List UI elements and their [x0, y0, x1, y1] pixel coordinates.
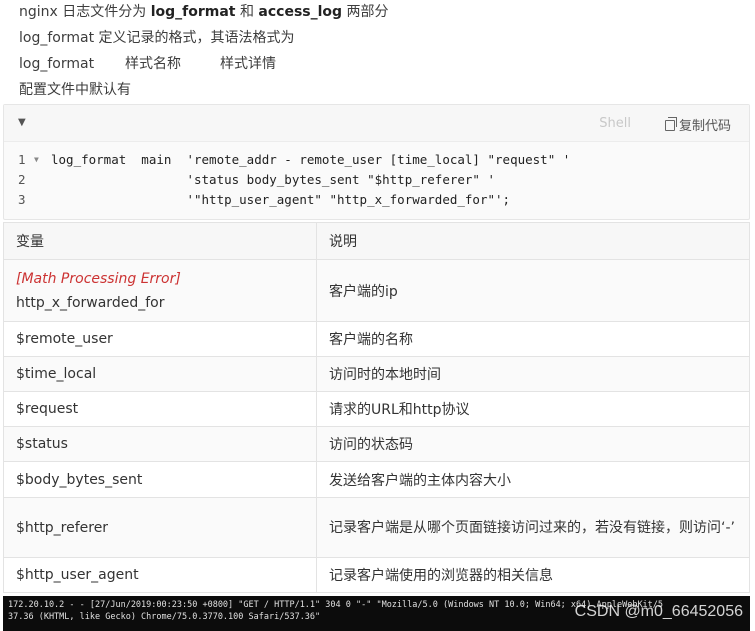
- variable-cell: $http_user_agent: [3, 557, 317, 593]
- code-text: 'status body_bytes_sent "$http_referer" …: [51, 172, 496, 187]
- code-line: 1 ▼ log_format main 'remote_addr - remote_…: [4, 150, 749, 170]
- table-row: $body_bytes_sent 发送给客户端的主体内容大小: [3, 461, 750, 498]
- syntax-style-detail: 样式详情: [220, 56, 276, 72]
- code-block: ▼ Shell 复制代码 1 ▼ log_format main 'remote_a…: [3, 104, 750, 220]
- intro-text: nginx 日志文件分为: [19, 4, 151, 20]
- copy-code-label: 复制代码: [678, 119, 731, 134]
- table-row: $request 请求的URL和http协议: [3, 391, 750, 427]
- header-variable: 变量: [3, 222, 317, 260]
- intro-text: 和: [235, 4, 259, 20]
- variable-cell: $remote_user: [3, 321, 317, 357]
- syntax-style-name: 样式名称: [125, 56, 181, 72]
- code-line: 2 'status body_bytes_sent "$http_referer…: [4, 170, 749, 190]
- fold-arrow-icon[interactable]: ▼: [34, 150, 39, 170]
- term-log-format: log_format: [150, 4, 236, 20]
- table-row: $http_user_agent 记录客户端使用的浏览器的相关信息: [3, 557, 750, 593]
- watermark: CSDN @m0_66452056: [574, 603, 743, 620]
- line-number: 1: [18, 152, 26, 167]
- code-text: '"http_user_agent" "http_x_forwarded_for…: [51, 192, 511, 207]
- table-row: [Math Processing Error] http_x_forwarded_…: [3, 259, 750, 322]
- table-header-row: 变量 说明: [3, 222, 750, 260]
- code-content: 1 ▼ log_format main 'remote_addr - remote_…: [4, 150, 749, 210]
- variable-cell: $http_referer: [3, 497, 317, 558]
- description-cell: 访问时的本地时间: [316, 356, 750, 392]
- description-cell: 客户端的名称: [316, 321, 750, 357]
- description-cell: 访问的状态码: [316, 426, 750, 462]
- table-row: $time_local 访问时的本地时间: [3, 356, 750, 392]
- description-cell: 客户端的ip: [316, 259, 750, 322]
- intro-line-2: log_format 定义记录的格式，其语法格式为: [19, 30, 295, 46]
- intro-line-4: 配置文件中默认有: [19, 82, 131, 98]
- variable-cell: $time_local: [3, 356, 317, 392]
- copy-icon: [664, 117, 677, 131]
- header-description: 说明: [316, 222, 750, 260]
- code-language-label: Shell: [599, 116, 631, 131]
- copy-code-button[interactable]: 复制代码: [664, 115, 731, 134]
- table-row: $status 访问的状态码: [3, 426, 750, 462]
- intro-text: 两部分: [342, 4, 389, 20]
- description-cell: 记录客户端是从哪个页面链接访问过来的，若没有链接，则访问‘-’: [316, 497, 750, 558]
- table-row: $http_referer 记录客户端是从哪个页面链接访问过来的，若没有链接，则…: [3, 497, 750, 558]
- collapse-caret-icon[interactable]: ▼: [18, 117, 26, 128]
- line-number: 3: [18, 192, 26, 207]
- variable-cell: $status: [3, 426, 317, 462]
- variable-name: http_x_forwarded_for: [16, 294, 165, 311]
- intro-line-1: nginx 日志文件分为 log_format 和 access_log 两部分: [19, 1, 389, 21]
- table-row: $remote_user 客户端的名称: [3, 321, 750, 357]
- math-error-text: [Math Processing Error]: [16, 270, 181, 287]
- syntax-line: log_format 样式名称 样式详情: [19, 53, 276, 73]
- code-text: log_format main 'remote_addr - remote_us…: [51, 152, 571, 167]
- syntax-keyword: log_format: [19, 56, 95, 72]
- variable-cell: [Math Processing Error] http_x_forwarded_…: [3, 259, 317, 322]
- description-cell: 请求的URL和http协议: [316, 391, 750, 427]
- description-cell: 记录客户端使用的浏览器的相关信息: [316, 557, 750, 593]
- variable-cell: $body_bytes_sent: [3, 461, 317, 498]
- variables-table: 变量 说明 [Math Processing Error] http_x_forw…: [3, 222, 750, 593]
- variable-cell: $request: [3, 391, 317, 427]
- code-toolbar: ▼ Shell 复制代码: [4, 105, 749, 142]
- description-cell: 发送给客户端的主体内容大小: [316, 461, 750, 498]
- term-access-log: access_log: [258, 4, 343, 20]
- code-line: 3 '"http_user_agent" "http_x_forwarded_f…: [4, 190, 749, 210]
- line-number: 2: [18, 172, 26, 187]
